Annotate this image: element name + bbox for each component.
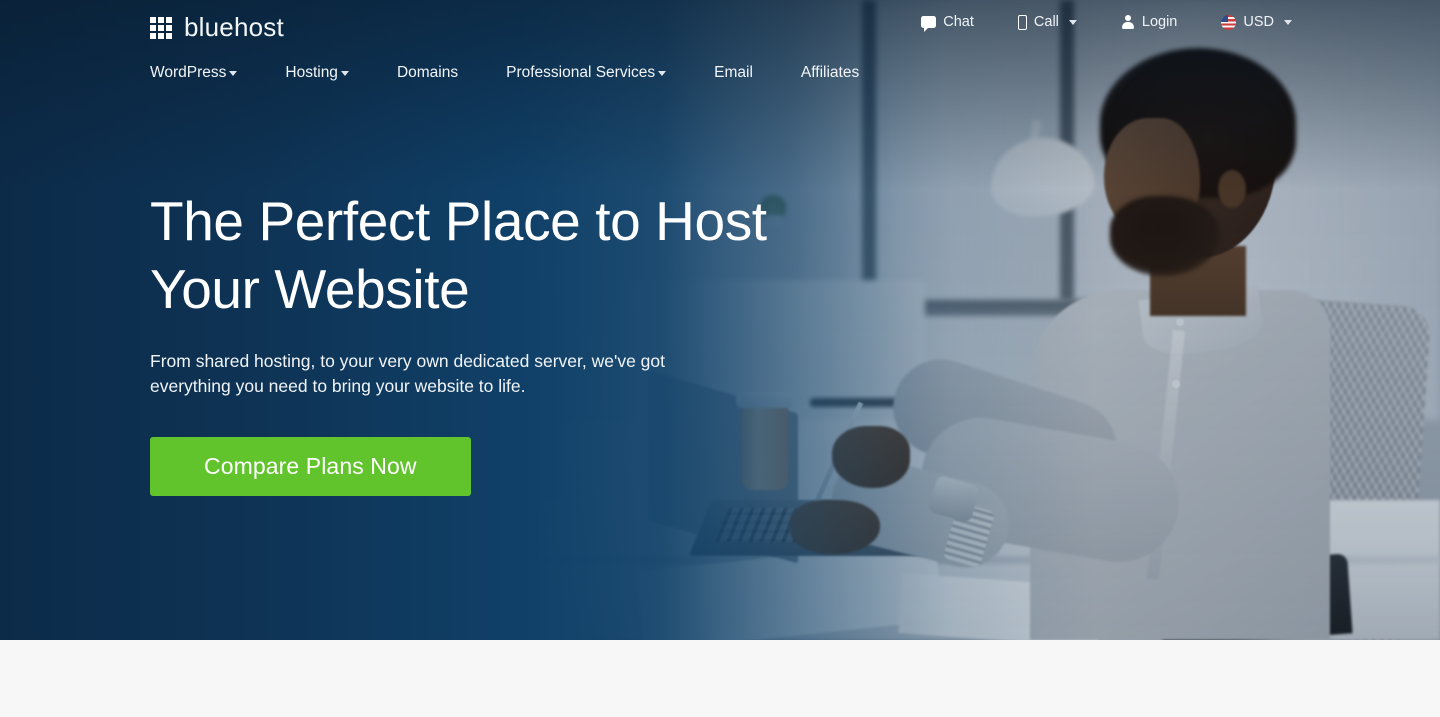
utility-nav-label: Chat	[943, 14, 974, 30]
utility-nav-item-currency[interactable]: USD	[1199, 14, 1292, 30]
nav-item-label: Email	[714, 64, 753, 81]
utility-nav-label: Login	[1141, 14, 1178, 30]
nav-item-label: Professional Services	[506, 64, 656, 81]
main-nav: WordPress Hosting Domains Professional S…	[150, 58, 859, 88]
nav-item-wordpress[interactable]: WordPress	[150, 58, 238, 88]
utility-nav-label: Call	[1033, 14, 1059, 30]
compare-plans-button[interactable]: Compare Plans Now	[150, 436, 471, 496]
utility-nav: Chat Call Login USD	[899, 14, 1292, 32]
utility-nav-label: USD	[1243, 14, 1274, 30]
chat-bubble-icon	[921, 16, 937, 32]
chevron-down-icon	[229, 70, 238, 76]
site-header: bluehost Chat Call Login USD WordPress H…	[0, 0, 1440, 96]
nav-item-label: Domains	[396, 64, 459, 81]
phone-icon	[1017, 14, 1027, 30]
page-title: The Perfect Place to Host Your Website	[150, 190, 767, 320]
us-flag-icon	[1221, 14, 1237, 30]
chevron-down-icon	[1284, 19, 1292, 25]
hero-content: The Perfect Place to Host Your Website F…	[150, 188, 790, 496]
chevron-down-icon	[658, 70, 667, 76]
nav-item-affiliates[interactable]: Affiliates	[801, 58, 859, 88]
brand-logo[interactable]: bluehost	[150, 12, 284, 43]
grid-icon	[150, 16, 172, 39]
utility-nav-item-call[interactable]: Call	[996, 14, 1099, 30]
utility-nav-item-chat[interactable]: Chat	[899, 14, 996, 32]
brand-name: bluehost	[184, 12, 284, 42]
nav-item-email[interactable]: Email	[714, 58, 753, 88]
nav-item-label: Hosting	[285, 64, 338, 81]
nav-item-domains[interactable]: Domains	[397, 58, 458, 88]
chevron-down-icon	[1068, 19, 1077, 25]
content-section-below-hero	[0, 640, 1440, 717]
hero-section: bluehost Chat Call Login USD WordPress H…	[0, 0, 1440, 640]
nav-item-label: WordPress	[150, 64, 227, 81]
nav-item-label: Affiliates	[800, 64, 860, 81]
chevron-down-icon	[340, 70, 349, 76]
user-icon	[1121, 15, 1135, 29]
hero-subtitle: From shared hosting, to your very own de…	[150, 351, 665, 397]
utility-nav-item-login[interactable]: Login	[1099, 14, 1199, 30]
nav-item-hosting[interactable]: Hosting	[285, 58, 349, 88]
nav-item-professional-services[interactable]: Professional Services	[506, 58, 667, 88]
